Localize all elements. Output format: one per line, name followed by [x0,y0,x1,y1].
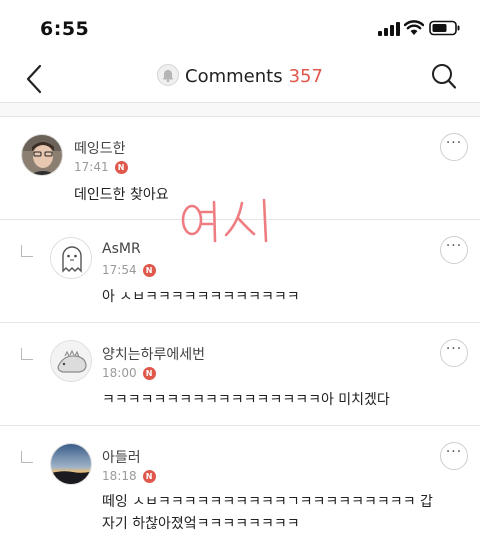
more-label: ··· [445,444,463,460]
reply-indicator [21,451,33,463]
more-button[interactable]: ··· [440,133,468,161]
reply-indicator [21,348,33,360]
comment-time: 18:18 [102,469,137,483]
new-badge: N [114,161,128,174]
comment-meta: 18:00 N [102,366,156,380]
comment-text: 아 ㅅㅂㅋㅋㅋㅋㅋㅋㅋㅋㅋㅋㅋㅋ [102,289,300,305]
status-bar: 6:55 [0,0,480,56]
new-badge: N [142,470,156,483]
comment-text: 떼잉 ㅅㅂㅋㅋㅋㅋㅋㅋㅋㅋㅋㅋㄱㅋㅋㅋㅋㅋㅋㅋㅋㅋ 갑 자기 하찮아졌엌ㅋㅋㅋㅋ… [102,491,462,535]
search-button[interactable] [430,62,458,92]
comment-time: 17:41 [74,160,109,174]
dino-avatar[interactable] [50,340,92,382]
ghost-avatar[interactable] [50,237,92,279]
comment-time: 18:00 [102,366,137,380]
comment-meta: 17:54 N [102,263,156,277]
comment-text-line: 자기 하찮아졌엌ㅋㅋㅋㅋㅋㅋㅋㅋ [102,516,300,532]
new-badge: N [142,367,156,380]
more-button[interactable]: ··· [440,339,468,367]
bell-icon [157,64,180,86]
more-label: ··· [445,341,463,357]
sunset-avatar[interactable] [50,443,92,485]
more-label: ··· [445,135,463,151]
handwriting-annotation [181,198,268,243]
comment-text: 데인드한 찾아요 [74,187,169,203]
comment-time: 17:54 [102,263,137,277]
page-title: Comments [185,66,283,87]
battery-icon [429,20,460,36]
comment-meta: 17:41 N [74,160,128,174]
signal-icon [378,22,400,36]
comment-text: ㅋㅋㅋㅋㅋㅋㅋㅋㅋㅋㅋㅋㅋㅋㅋㅋㅋ아 미치겠다 [102,392,390,408]
comment-text-line: 떼잉 ㅅㅂㅋㅋㅋㅋㅋㅋㅋㅋㅋㅋㄱㅋㅋㅋㅋㅋㅋㅋㅋㅋ 갑 [102,494,433,510]
section-gap [0,103,480,117]
status-time: 6:55 [40,18,90,40]
comment-author[interactable]: AsMR [102,241,141,257]
divider [0,425,480,426]
photo-avatar[interactable] [21,134,63,176]
comment-meta: 18:18 N [102,469,156,483]
divider [0,322,480,323]
comment-author[interactable]: 아들러 [102,447,141,467]
more-button[interactable]: ··· [440,236,468,264]
comment-author[interactable]: 양치는하루에세번 [102,344,205,364]
reply-indicator [21,245,33,257]
nav-bar: Comments 357 [0,56,480,100]
more-label: ··· [445,238,463,254]
new-badge: N [142,264,156,277]
more-button[interactable]: ··· [440,442,468,470]
comment-count: 357 [288,66,323,87]
comment-author[interactable]: 떼잉드한 [74,138,126,158]
wifi-icon [404,20,424,35]
nav-title-group: Comments 357 [0,64,480,87]
